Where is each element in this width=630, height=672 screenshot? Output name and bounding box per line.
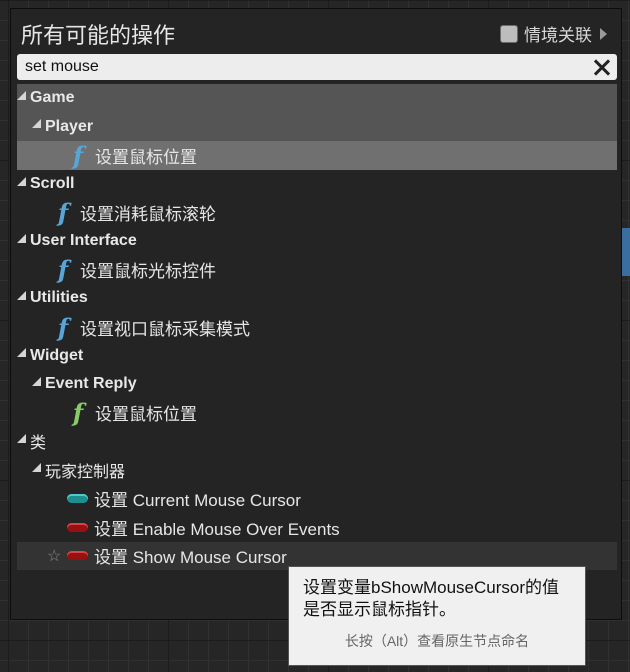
action-menu: 所有可能的操作 情境关联 Game Player f 设置鼠标位置 Scroll… xyxy=(10,8,622,620)
category-user-interface[interactable]: User Interface xyxy=(17,227,617,256)
category-label: User Interface xyxy=(30,232,137,250)
expand-arrow-icon[interactable] xyxy=(17,290,26,300)
expand-arrow-icon[interactable] xyxy=(17,433,26,443)
action-label: 设置鼠标光标控件 xyxy=(80,262,216,282)
function-icon: f xyxy=(72,140,84,170)
category-label: Scroll xyxy=(30,175,75,193)
expand-arrow-icon[interactable] xyxy=(32,376,41,386)
action-set-enable-mouse-over-events[interactable]: 设置 Enable Mouse Over Events xyxy=(17,513,617,542)
action-label: 设置鼠标位置 xyxy=(95,405,197,425)
context-sensitive-toggle[interactable]: 情境关联 xyxy=(500,21,607,46)
search-input[interactable] xyxy=(17,55,591,79)
category-class[interactable]: 类 xyxy=(17,427,617,456)
category-event-reply[interactable]: Event Reply xyxy=(17,370,617,399)
action-set-viewport-mouse-capture[interactable]: f 设置视口鼠标采集模式 xyxy=(17,313,617,342)
tooltip-description: 设置变量bShowMouseCursor的值 是否显示鼠标指针。 xyxy=(303,577,571,621)
category-label: Player xyxy=(45,117,94,135)
category-label: 类 xyxy=(30,435,47,453)
action-label: 设置视口鼠标采集模式 xyxy=(80,319,250,339)
action-set-mouse-cursor-widget[interactable]: f 设置鼠标光标控件 xyxy=(17,255,617,285)
category-player-controller[interactable]: 玩家控制器 xyxy=(17,456,617,485)
tooltip-line: 是否显示鼠标指针。 xyxy=(303,600,456,619)
action-tree: Game Player f 设置鼠标位置 Scroll f 设置消耗鼠标滚轮 U… xyxy=(17,84,617,571)
expand-arrow-icon[interactable] xyxy=(17,176,26,186)
variable-pin-icon xyxy=(67,522,88,532)
variable-pin-icon xyxy=(67,494,88,504)
action-event-reply-set-mouse-position[interactable]: f 设置鼠标位置 xyxy=(17,398,617,428)
action-label: 设置 Enable Mouse Over Events xyxy=(94,519,340,539)
category-utilities[interactable]: Utilities xyxy=(17,284,617,313)
category-scroll[interactable]: Scroll xyxy=(17,170,617,199)
action-label: 设置 Show Mouse Cursor xyxy=(94,548,287,568)
function-icon: f xyxy=(57,255,69,285)
action-set-current-mouse-cursor[interactable]: 设置 Current Mouse Cursor xyxy=(17,484,617,513)
node-edge xyxy=(622,228,630,276)
menu-title: 所有可能的操作 xyxy=(21,23,176,48)
function-icon: f xyxy=(57,312,69,342)
variable-pin-icon xyxy=(67,551,88,561)
category-player[interactable]: Player xyxy=(17,112,617,142)
category-label: Game xyxy=(30,89,75,107)
category-label: Utilities xyxy=(30,289,88,307)
function-icon: f xyxy=(57,198,69,228)
favorite-star-icon[interactable]: ☆ xyxy=(47,546,61,566)
action-label: 设置消耗鼠标滚轮 xyxy=(80,205,216,225)
expand-arrow-icon[interactable] xyxy=(32,119,41,129)
category-widget[interactable]: Widget xyxy=(17,341,617,370)
function-icon: f xyxy=(72,398,84,428)
search-box xyxy=(17,54,617,80)
context-sensitive-label: 情境关联 xyxy=(524,26,592,45)
tooltip-line: 设置变量bShowMouseCursor的值 xyxy=(303,578,560,597)
action-set-consume-mouse-wheel[interactable]: f 设置消耗鼠标滚轮 xyxy=(17,198,617,227)
action-label: 设置鼠标位置 xyxy=(95,147,197,167)
category-label: 玩家控制器 xyxy=(45,464,126,482)
context-sensitive-checkbox[interactable] xyxy=(500,24,518,43)
chevron-right-icon[interactable] xyxy=(600,27,607,40)
expand-arrow-icon[interactable] xyxy=(17,348,26,358)
close-icon[interactable] xyxy=(591,56,613,78)
action-label: 设置 Current Mouse Cursor xyxy=(94,491,301,511)
category-label: Event Reply xyxy=(45,375,137,393)
menu-header: 所有可能的操作 情境关联 xyxy=(11,9,621,55)
category-game[interactable]: Game xyxy=(17,84,617,113)
expand-arrow-icon[interactable] xyxy=(17,90,26,100)
category-label: Widget xyxy=(30,346,84,364)
tooltip-hint: 长按（Alt）查看原生节点命名 xyxy=(344,633,530,649)
expand-arrow-icon[interactable] xyxy=(32,462,41,472)
action-tooltip: 设置变量bShowMouseCursor的值 是否显示鼠标指针。 长按（Alt）… xyxy=(288,566,586,666)
action-set-mouse-position[interactable]: f 设置鼠标位置 xyxy=(17,141,617,170)
expand-arrow-icon[interactable] xyxy=(17,233,26,243)
